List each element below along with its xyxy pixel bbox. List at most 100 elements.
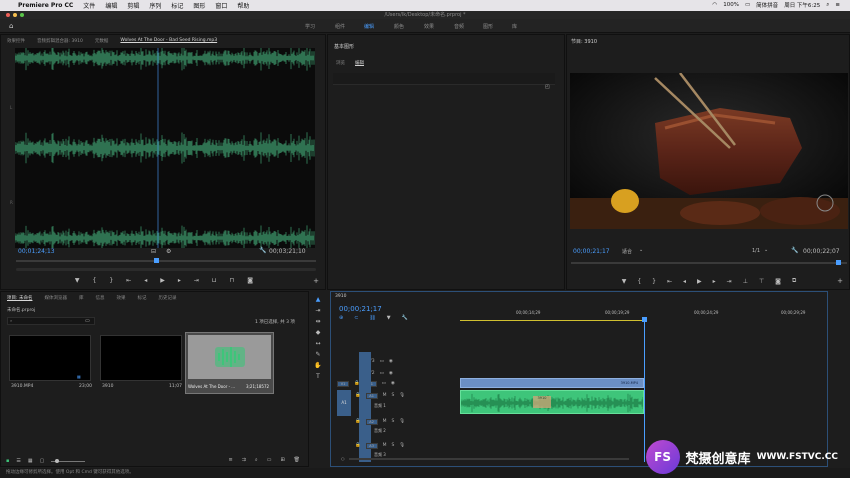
program-add-marker-icon[interactable]: ▼ xyxy=(622,278,627,285)
list-view-icon[interactable]: ☰ xyxy=(16,458,20,464)
step-back-icon[interactable]: ◂ xyxy=(144,277,147,284)
track-name-a1[interactable]: A1 xyxy=(365,392,378,399)
workspace-editing[interactable]: 编辑 xyxy=(364,23,374,30)
selection-tool-icon[interactable]: ▲ xyxy=(316,296,321,303)
workspace-effects[interactable]: 效果 xyxy=(424,23,434,30)
source-zoom-scroll[interactable] xyxy=(16,268,316,271)
extract-icon[interactable]: ⊤ xyxy=(759,278,764,285)
new-bin-icon[interactable]: ▭ xyxy=(85,318,90,324)
workspace-graphics[interactable]: 图形 xyxy=(483,23,493,30)
workspace-assembly[interactable]: 组件 xyxy=(335,23,345,30)
tab-effect-controls[interactable]: 效果控件 xyxy=(7,38,25,44)
project-item-selected[interactable]: Wolves At The Door - ... 3;21;18572 xyxy=(185,332,274,394)
mic-icon[interactable]: 🎙 xyxy=(399,419,405,424)
find-icon[interactable]: ⌕ xyxy=(255,457,258,463)
track-sync-icon[interactable]: ▭ xyxy=(382,381,386,386)
mark-out-icon[interactable]: } xyxy=(109,277,113,284)
compare-icon[interactable]: ⧉ xyxy=(792,277,796,285)
source-patch-a1[interactable]: A1 xyxy=(337,390,351,416)
program-go-to-in-icon[interactable]: ⇤ xyxy=(667,278,672,285)
mic-icon[interactable]: 🎙 xyxy=(399,443,405,448)
solo-icon[interactable]: S xyxy=(392,419,395,424)
audio-waveform-display[interactable] xyxy=(14,45,315,251)
go-to-out-icon[interactable]: ⇥ xyxy=(194,277,199,284)
timeline-settings-icon[interactable]: 🔧 xyxy=(402,315,408,321)
tab-media-browser[interactable]: 媒体浏览器 xyxy=(44,295,67,301)
tab-audio-clip-mixer[interactable]: 音频剪辑混合器: 3910 xyxy=(37,38,83,44)
export-frame-icon[interactable]: ◙ xyxy=(247,277,253,284)
tab-browse[interactable]: 浏览 xyxy=(336,60,345,66)
mark-in-icon[interactable]: { xyxy=(93,277,97,284)
menu-sequence[interactable]: 序列 xyxy=(149,1,161,10)
program-add-button-icon[interactable]: + xyxy=(837,277,843,285)
go-to-in-icon[interactable]: ⇤ xyxy=(126,277,131,284)
workspace-color[interactable]: 颜色 xyxy=(394,23,404,30)
source-settings-icon[interactable]: ⚙ xyxy=(166,248,171,255)
project-item-name-1[interactable]: 3910.MP4 xyxy=(11,384,33,389)
workspace-libraries[interactable]: 库 xyxy=(512,23,517,30)
source-fit-icon[interactable]: ⊟ xyxy=(151,248,156,255)
source-add-button-icon[interactable]: + xyxy=(313,277,319,285)
notification-icon[interactable]: ≡ xyxy=(835,2,840,8)
workspace-audio[interactable]: 音频 xyxy=(454,23,464,30)
program-mark-out-icon[interactable]: } xyxy=(652,278,656,285)
clock[interactable]: 周日 下午6:25 xyxy=(784,1,820,9)
tab-effects[interactable]: 效果 xyxy=(116,295,125,301)
menu-clip[interactable]: 剪辑 xyxy=(127,1,139,10)
program-mark-in-icon[interactable]: { xyxy=(637,278,641,285)
tab-history[interactable]: 历史记录 xyxy=(158,295,176,301)
menu-file[interactable]: 文件 xyxy=(83,1,95,10)
automate-icon[interactable]: ⇉ xyxy=(242,457,246,463)
source-timecode-in[interactable]: 00;01;24;13 xyxy=(18,248,55,255)
track-eye-icon[interactable]: ◉ xyxy=(389,359,393,364)
program-wrench-icon[interactable]: 🔧 xyxy=(791,247,798,254)
freeform-view-icon[interactable]: ▢ xyxy=(40,458,45,464)
track-name-a2[interactable]: A2 xyxy=(365,418,378,425)
track-select-tool-icon[interactable]: ⇥ xyxy=(315,307,320,314)
tab-metadata[interactable]: 元数据 xyxy=(95,38,109,44)
audio-clip[interactable]: 3910 xyxy=(460,390,644,414)
project-item-name-3[interactable]: Wolves At The Door - ... xyxy=(188,384,235,389)
source-time-ruler[interactable] xyxy=(16,258,316,263)
lift-icon[interactable]: ⊥ xyxy=(743,278,748,285)
project-item-name-2[interactable]: 3910 xyxy=(102,384,113,389)
overwrite-icon[interactable]: ⊓ xyxy=(230,277,235,284)
lock-icon[interactable]: ▪ xyxy=(6,458,9,464)
input-method[interactable]: 简体拼音 xyxy=(756,1,778,9)
tab-markers[interactable]: 标记 xyxy=(137,295,146,301)
track-eye-icon[interactable]: ◉ xyxy=(391,381,395,386)
track-lock-icon[interactable]: 🔒 xyxy=(355,393,361,398)
timeline-horizontal-scrollbar[interactable] xyxy=(349,458,629,460)
zoom-slider[interactable] xyxy=(51,458,86,463)
zoom-window-button[interactable] xyxy=(20,13,24,17)
battery-icon[interactable]: ▭ xyxy=(745,2,750,8)
zoom-handle-left[interactable]: ○ xyxy=(341,456,345,461)
fit-chevron-down-icon[interactable]: ⌄ xyxy=(639,247,643,253)
menu-markers[interactable]: 标记 xyxy=(171,1,183,10)
pen-tool-icon[interactable]: ✎ xyxy=(315,351,320,358)
program-timecode[interactable]: 00;00;21;17 xyxy=(573,248,610,255)
project-search-input[interactable]: ⌕ xyxy=(7,317,95,325)
wrench-icon[interactable]: 🔧 xyxy=(259,247,266,254)
source-playhead[interactable] xyxy=(154,258,159,263)
mic-icon[interactable]: 🎙 xyxy=(399,393,405,398)
program-play-icon[interactable]: ▶ xyxy=(697,278,702,285)
solo-icon[interactable]: S xyxy=(392,443,395,448)
sort-icon[interactable]: ≡ xyxy=(228,457,232,463)
type-tool-icon[interactable]: T xyxy=(316,373,320,380)
new-item-icon[interactable]: ⊞ xyxy=(280,457,284,463)
tab-project[interactable]: 项目: 未命名 xyxy=(7,295,32,301)
project-item-thumbnail-2[interactable] xyxy=(100,335,182,381)
delete-icon[interactable]: 🗑 xyxy=(294,457,300,463)
tab-source-audio[interactable]: Wolves At The Door - Bad Seed Rising.mp3 xyxy=(120,38,217,43)
workspace-learn[interactable]: 学习 xyxy=(305,23,315,30)
new-layer-icon[interactable]: ◰ xyxy=(545,84,550,90)
menu-graphics[interactable]: 图形 xyxy=(193,1,205,10)
program-step-forward-icon[interactable]: ▸ xyxy=(713,278,716,285)
mute-icon[interactable]: M xyxy=(383,393,387,398)
tab-info[interactable]: 信息 xyxy=(95,295,104,301)
program-step-back-icon[interactable]: ◂ xyxy=(683,278,686,285)
nest-icon[interactable]: ⊕ xyxy=(339,315,343,321)
track-name-a3[interactable]: A3 xyxy=(365,442,378,449)
snap-icon[interactable]: ⊂ xyxy=(354,315,358,321)
